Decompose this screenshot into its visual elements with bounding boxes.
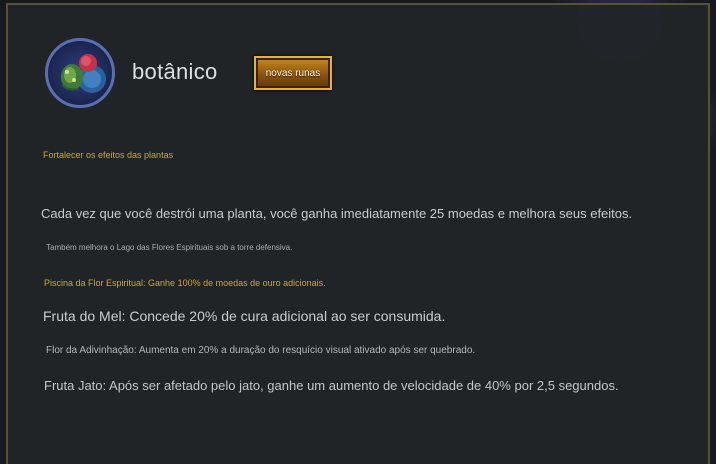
description-note: Também melhora o Lago das Flores Espirit… — [46, 243, 293, 252]
rune-title: botânico — [132, 59, 218, 84]
effect-honey-fruit: Fruta do Mel: Concede 20% de cura adicio… — [43, 308, 446, 324]
effect-divination-flower: Flor da Adivinhação: Aumenta em 20% a du… — [46, 345, 476, 356]
description-main: Cada vez que você destrói uma planta, vo… — [41, 206, 633, 221]
rune-subtitle: Fortalecer os efeitos das plantas — [43, 150, 174, 160]
effect-jet-fruit: Fruta Jato: Após ser afetado pelo jato, … — [44, 378, 619, 393]
tooltip-backdrop: botânico novas runas Fortalecer os efeit… — [0, 0, 716, 464]
effect-spirit-flower-pool: Piscina da Flor Espiritual: Ganhe 100% d… — [44, 278, 326, 288]
new-runes-badge[interactable]: novas runas — [254, 56, 332, 90]
botanic-plants-icon — [45, 38, 115, 108]
